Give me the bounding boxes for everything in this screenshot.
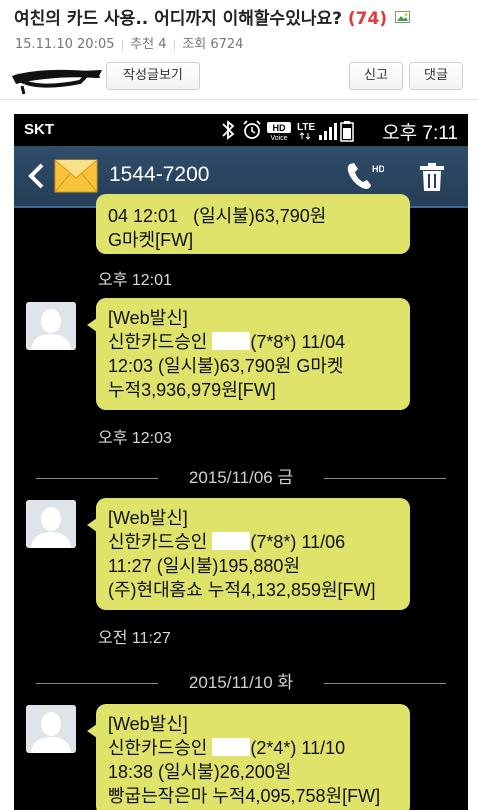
message-bubble[interactable]: 04 12:01 (일시불)63,790원 G마켓[FW] — [96, 194, 410, 254]
card-holder-redaction — [212, 532, 251, 551]
message-line: 11:27 (일시불)195,880원 — [108, 556, 301, 576]
message-line: 누적3,936,979원[FW] — [108, 380, 276, 400]
lte-icon: LTE — [297, 122, 315, 140]
message-time: 오전 11:27 — [98, 630, 171, 647]
reply-button[interactable]: 댓글 — [409, 62, 463, 90]
contact-avatar[interactable] — [26, 705, 76, 753]
hd-call-icon[interactable]: HD — [344, 160, 384, 192]
message-line: [Web발신] — [108, 714, 188, 734]
message-list[interactable]: 04 12:01 (일시불)63,790원 G마켓[FW] 오후 12:01 [… — [14, 194, 468, 810]
view-count: 조회 6724 — [182, 37, 244, 52]
status-time: 오후 7:11 — [382, 123, 458, 144]
report-button[interactable]: 신고 — [349, 62, 403, 90]
message-line: 18:38 (일시불)26,200원 — [108, 762, 292, 782]
svg-text:HD: HD — [372, 164, 384, 174]
date-separator: 2015/11/10 화 — [14, 671, 468, 695]
message-bubble[interactable]: [Web발신] 신한카드승인 (2*4*) 11/10 18:38 (일시불)2… — [87, 704, 410, 810]
message-bubble[interactable]: [Web발신] 신한카드승인 (7*8*) 11/06 11:27 (일시불)1… — [87, 498, 410, 610]
message-time: 오후 12:03 — [98, 430, 172, 447]
message-bubble[interactable]: [Web발신] 신한카드승인 (7*8*) 11/04 12:03 (일시불)6… — [87, 298, 410, 410]
card-holder-redaction — [212, 332, 251, 351]
message-line: 04 12:01 (일시불)63,790원 — [108, 206, 327, 226]
alarm-icon — [243, 120, 261, 139]
card-holder-redaction — [212, 738, 251, 757]
message-line: 12:03 (일시불)63,790원 G마켓 — [108, 356, 344, 376]
recommend-count: 추천 4 — [130, 37, 167, 52]
message-line: [Web발신] — [108, 508, 188, 528]
envelope-icon — [54, 159, 98, 193]
contact-avatar[interactable] — [26, 302, 76, 350]
status-icons: HD Voice LTE — [222, 120, 354, 142]
battery-icon — [340, 121, 354, 142]
status-bar: SKT HD Voice LTE 오후 7:11 — [14, 114, 468, 146]
message-line: (7*8*) 11/06 — [250, 532, 346, 552]
message-line: (7*8*) 11/04 — [250, 332, 346, 352]
date-separator: 2015/11/06 금 — [14, 466, 468, 490]
message-line: G마켓[FW] — [108, 230, 194, 250]
carrier-label: SKT — [24, 121, 54, 138]
message-line: (2*4*) 11/10 — [250, 738, 346, 758]
message-line: [Web발신] — [108, 308, 188, 328]
svg-text:HD: HD — [273, 123, 286, 133]
message-line: 빵굽는작은마 누적4,095,758원[FW] — [108, 786, 381, 806]
svg-text:Voice: Voice — [270, 135, 287, 142]
post-title-text: 여친의 카드 사용.. 어디까지 이해할수있나요? — [14, 9, 342, 29]
author-name-redaction — [12, 69, 102, 95]
signal-icon — [319, 123, 337, 140]
message-time: 오후 12:01 — [98, 272, 172, 289]
contact-avatar[interactable] — [26, 500, 76, 548]
message-line: 신한카드승인 — [108, 738, 213, 758]
date-label: 2015/11/10 화 — [188, 673, 294, 692]
date-label: 2015/11/06 금 — [188, 468, 294, 487]
view-posts-button[interactable]: 작성글보기 — [106, 62, 200, 90]
comment-count[interactable]: (74) — [348, 9, 387, 29]
post-title: 여친의 카드 사용.. 어디까지 이해할수있나요? (74) — [14, 4, 411, 29]
header-divider — [0, 99, 478, 100]
post-meta: 15.11.10 20:05 | 추천 4 | 조회 6724 — [15, 37, 244, 52]
post-date: 15.11.10 20:05 — [15, 37, 115, 52]
trash-icon[interactable] — [419, 162, 445, 192]
message-line: 신한카드승인 — [108, 332, 213, 352]
message-line: (주)현대홈쇼 누적4,132,859원[FW] — [108, 580, 376, 600]
image-attachment-icon — [395, 11, 411, 23]
svg-text:LTE: LTE — [297, 122, 315, 133]
phone-screenshot: SKT HD Voice LTE 오후 7:11 1544-7200 HD 04… — [14, 114, 468, 810]
bluetooth-icon — [222, 120, 235, 140]
back-arrow-icon[interactable] — [26, 162, 46, 190]
contact-number: 1544-7200 — [109, 163, 210, 186]
hd-voice-icon: HD Voice — [267, 122, 291, 142]
message-line: 신한카드승인 — [108, 532, 213, 552]
